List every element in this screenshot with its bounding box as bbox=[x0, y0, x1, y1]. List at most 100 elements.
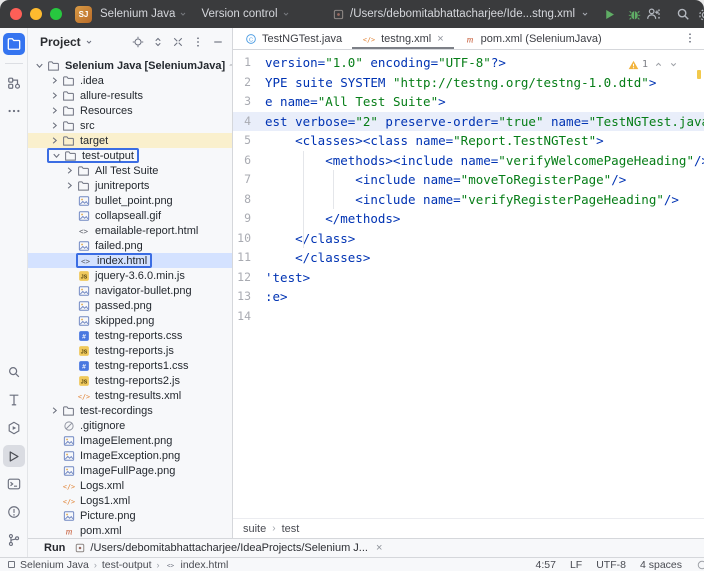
tree-item-emailable-report.html[interactable]: <>emailable-report.html bbox=[28, 223, 232, 238]
debug-button[interactable] bbox=[628, 8, 641, 21]
chevron-right-icon[interactable] bbox=[47, 119, 61, 133]
editor-tab-testng.xml[interactable]: </>testng.xml× bbox=[352, 28, 454, 49]
terminal-tool-button[interactable] bbox=[3, 473, 25, 495]
structure-tool-button[interactable] bbox=[3, 72, 25, 94]
code-line-5[interactable]: 5 <classes><class name="Report.TestNGTes… bbox=[233, 131, 704, 151]
close-tab-icon[interactable]: × bbox=[437, 33, 443, 45]
problems-tool-button[interactable] bbox=[3, 501, 25, 523]
chevron-down-icon[interactable] bbox=[85, 38, 93, 46]
project-menu[interactable]: Selenium Java bbox=[100, 8, 187, 20]
git-tool-button[interactable] bbox=[3, 529, 25, 551]
tree-item-.gitignore[interactable]: .gitignore bbox=[28, 418, 232, 433]
tree-item-collapseall.gif[interactable]: collapseall.gif bbox=[28, 208, 232, 223]
line-number[interactable]: 12 bbox=[233, 268, 259, 288]
line-number[interactable]: 6 bbox=[233, 151, 259, 171]
breadcrumb-test[interactable]: test bbox=[282, 523, 300, 535]
chevron-down-icon[interactable] bbox=[581, 10, 589, 18]
line-number[interactable]: 3 bbox=[233, 92, 259, 112]
code-line-14[interactable]: 14 bbox=[233, 307, 704, 327]
code-line-3[interactable]: 3e name="All Test Suite"> bbox=[233, 92, 704, 112]
tree-item-allure-results[interactable]: allure-results bbox=[28, 88, 232, 103]
find-tool-button[interactable] bbox=[3, 361, 25, 383]
tree-item-navigator-bullet.png[interactable]: navigator-bullet.png bbox=[28, 283, 232, 298]
tree-item-bullet-point.png[interactable]: bullet_point.png bbox=[28, 193, 232, 208]
code-line-4[interactable]: 4est verbose="2" preserve-order="true" n… bbox=[233, 112, 704, 132]
settings-icon[interactable] bbox=[698, 8, 704, 22]
run-config-path[interactable]: /Users/debomitabhattacharjee/Ide...stng.… bbox=[350, 8, 575, 20]
run-toolwindow-label[interactable]: Run bbox=[44, 542, 65, 554]
line-number[interactable]: 4 bbox=[233, 112, 259, 132]
run-button[interactable] bbox=[603, 8, 616, 21]
line-separator[interactable]: LF bbox=[570, 559, 582, 571]
build-tool-button[interactable] bbox=[3, 389, 25, 411]
editor-tab-testngtest.java[interactable]: CTestNGTest.java bbox=[235, 28, 352, 49]
tree-item-imagefullpage.png[interactable]: ImageFullPage.png bbox=[28, 463, 232, 478]
breadcrumb-suite[interactable]: suite bbox=[243, 523, 266, 535]
code-line-11[interactable]: 11 </classes> bbox=[233, 248, 704, 268]
collapse-all-icon[interactable] bbox=[172, 36, 184, 48]
tree-item-resources[interactable]: Resources bbox=[28, 103, 232, 118]
tree-item-testng-reports.css[interactable]: #testng-reports.css bbox=[28, 328, 232, 343]
chevron-right-icon[interactable] bbox=[47, 104, 61, 118]
tree-item-failed.png[interactable]: failed.png bbox=[28, 238, 232, 253]
tree-item-pom.xml[interactable]: mpom.xml bbox=[28, 523, 232, 538]
search-everywhere-icon[interactable] bbox=[676, 7, 690, 21]
indent-setting[interactable]: 4 spaces bbox=[640, 559, 682, 571]
hide-panel-icon[interactable] bbox=[212, 36, 224, 48]
close-window-button[interactable] bbox=[10, 8, 22, 20]
tree-item-test-recordings[interactable]: test-recordings bbox=[28, 403, 232, 418]
line-number[interactable]: 9 bbox=[233, 209, 259, 229]
code-editor[interactable]: 1 1version="1.0" encoding="UTF-8"?>2YPE … bbox=[233, 50, 704, 518]
tree-item-imageexception.png[interactable]: ImageException.png bbox=[28, 448, 232, 463]
status-crumb-file[interactable]: index.html bbox=[181, 559, 229, 571]
chevron-right-icon[interactable] bbox=[62, 164, 76, 178]
chevron-right-icon[interactable] bbox=[62, 179, 76, 193]
project-tool-button[interactable] bbox=[3, 33, 25, 55]
tree-item-all-test-suite[interactable]: All Test Suite bbox=[28, 163, 232, 178]
line-number[interactable]: 5 bbox=[233, 131, 259, 151]
tree-item-target[interactable]: target bbox=[28, 133, 232, 148]
chevron-right-icon[interactable] bbox=[47, 89, 61, 103]
line-number[interactable]: 11 bbox=[233, 248, 259, 268]
line-number[interactable]: 13 bbox=[233, 287, 259, 307]
project-panel-title[interactable]: Project bbox=[40, 35, 81, 49]
run-tool-button[interactable] bbox=[3, 445, 25, 467]
tree-item-passed.png[interactable]: passed.png bbox=[28, 298, 232, 313]
chevron-down-icon[interactable] bbox=[49, 149, 63, 163]
tree-item-testng-reports.js[interactable]: JStestng-reports.js bbox=[28, 343, 232, 358]
locate-file-icon[interactable] bbox=[132, 36, 144, 48]
line-number[interactable]: 8 bbox=[233, 190, 259, 210]
line-number[interactable]: 1 bbox=[233, 53, 259, 73]
minimize-window-button[interactable] bbox=[30, 8, 42, 20]
status-crumb-project[interactable]: Selenium Java bbox=[20, 559, 89, 571]
tree-item-imageelement.png[interactable]: ImageElement.png bbox=[28, 433, 232, 448]
readonly-icon[interactable] bbox=[696, 559, 704, 571]
editor-tab-pom.xml[interactable]: mpom.xml (SeleniumJava) bbox=[454, 28, 612, 49]
services-tool-button[interactable] bbox=[3, 417, 25, 439]
tree-item-selenium-java-seleniumjava-[interactable]: Selenium Java [SeleniumJava]~/IdeaProjec bbox=[28, 58, 232, 73]
tree-item-.idea[interactable]: .idea bbox=[28, 73, 232, 88]
tree-item-skipped.png[interactable]: skipped.png bbox=[28, 313, 232, 328]
tree-item-testng-results.xml[interactable]: </>testng-results.xml bbox=[28, 388, 232, 403]
chevron-right-icon[interactable] bbox=[47, 74, 61, 88]
inspection-widget[interactable]: 1 bbox=[628, 55, 678, 75]
more-tool-windows-button[interactable] bbox=[3, 100, 25, 122]
run-tab[interactable]: /Users/debomitabhattacharjee/IdeaProject… bbox=[75, 542, 382, 554]
tree-item-src[interactable]: src bbox=[28, 118, 232, 133]
tree-item-picture.png[interactable]: Picture.png bbox=[28, 508, 232, 523]
warning-stripe-mark[interactable] bbox=[697, 70, 701, 79]
expand-selection-icon[interactable] bbox=[152, 36, 164, 48]
tree-item-test-output[interactable]: test-output bbox=[28, 148, 232, 163]
code-line-2[interactable]: 2YPE suite SYSTEM "http://testng.org/tes… bbox=[233, 73, 704, 93]
line-number[interactable]: 14 bbox=[233, 307, 259, 327]
chevron-right-icon[interactable] bbox=[47, 404, 61, 418]
vcs-menu[interactable]: Version control bbox=[201, 8, 289, 20]
tab-options-icon[interactable] bbox=[684, 31, 696, 45]
close-icon[interactable]: × bbox=[376, 542, 382, 554]
next-problem-icon[interactable] bbox=[669, 60, 678, 69]
line-number[interactable]: 2 bbox=[233, 73, 259, 93]
tree-item-logs.xml[interactable]: </>Logs.xml bbox=[28, 478, 232, 493]
chevron-down-icon[interactable] bbox=[32, 59, 46, 73]
caret-position[interactable]: 4:57 bbox=[536, 559, 556, 571]
line-number[interactable]: 7 bbox=[233, 170, 259, 190]
